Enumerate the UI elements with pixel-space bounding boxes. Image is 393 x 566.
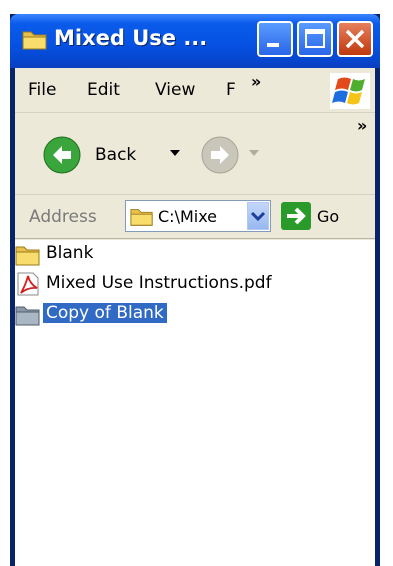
folder-icon xyxy=(15,306,40,326)
forward-arrow-icon[interactable] xyxy=(201,136,239,174)
maximize-button[interactable] xyxy=(297,21,333,57)
close-button[interactable] xyxy=(337,21,373,57)
windows-flag-icon xyxy=(332,77,365,105)
minimize-button[interactable] xyxy=(257,21,293,57)
close-icon xyxy=(345,29,365,49)
back-arrow-icon[interactable] xyxy=(43,136,81,174)
file-name[interactable]: Copy of Blank xyxy=(43,303,167,323)
window-body: File Edit View F » Back » Address C:\Mix… xyxy=(15,68,375,566)
menu-overflow-chevron[interactable]: » xyxy=(251,72,261,91)
window-title: Mixed Use ... xyxy=(54,26,208,50)
chevron-down-icon xyxy=(250,211,266,222)
address-bar: Address C:\Mixe Go xyxy=(15,196,375,239)
windows-logo xyxy=(330,73,370,109)
file-name[interactable]: Blank xyxy=(46,243,93,263)
menu-file[interactable]: File xyxy=(28,80,56,100)
menu-view[interactable]: View xyxy=(155,80,195,100)
address-dropdown-button[interactable] xyxy=(247,202,269,230)
file-list[interactable]: Blank Mixed Use Instructions.pdf Copy of… xyxy=(15,240,375,566)
forward-dropdown-icon[interactable] xyxy=(249,150,259,158)
menu-bar: File Edit View F » xyxy=(15,68,375,113)
minimize-icon xyxy=(267,43,279,47)
maximize-icon xyxy=(305,29,325,48)
standard-toolbar: Back » xyxy=(15,114,375,195)
address-input[interactable]: C:\Mixe xyxy=(125,200,271,232)
address-label: Address xyxy=(29,207,97,227)
file-name[interactable]: Mixed Use Instructions.pdf xyxy=(46,273,272,293)
address-value[interactable]: C:\Mixe xyxy=(158,207,217,226)
go-arrow-icon xyxy=(287,207,306,225)
folder-icon xyxy=(22,31,47,50)
back-button-label[interactable]: Back xyxy=(95,145,136,165)
menu-favorites[interactable]: F xyxy=(226,80,236,100)
folder-icon xyxy=(15,246,40,266)
explorer-window: Mixed Use ... File Edit View F » Back » … xyxy=(10,14,380,566)
toolbar-overflow-chevron[interactable]: » xyxy=(357,116,367,135)
pdf-icon xyxy=(17,272,39,296)
back-dropdown-icon[interactable] xyxy=(170,150,180,158)
title-bar[interactable]: Mixed Use ... xyxy=(10,14,380,68)
go-label[interactable]: Go xyxy=(317,207,339,226)
go-button[interactable] xyxy=(281,202,311,230)
menu-edit[interactable]: Edit xyxy=(87,80,120,100)
folder-icon xyxy=(130,209,153,226)
